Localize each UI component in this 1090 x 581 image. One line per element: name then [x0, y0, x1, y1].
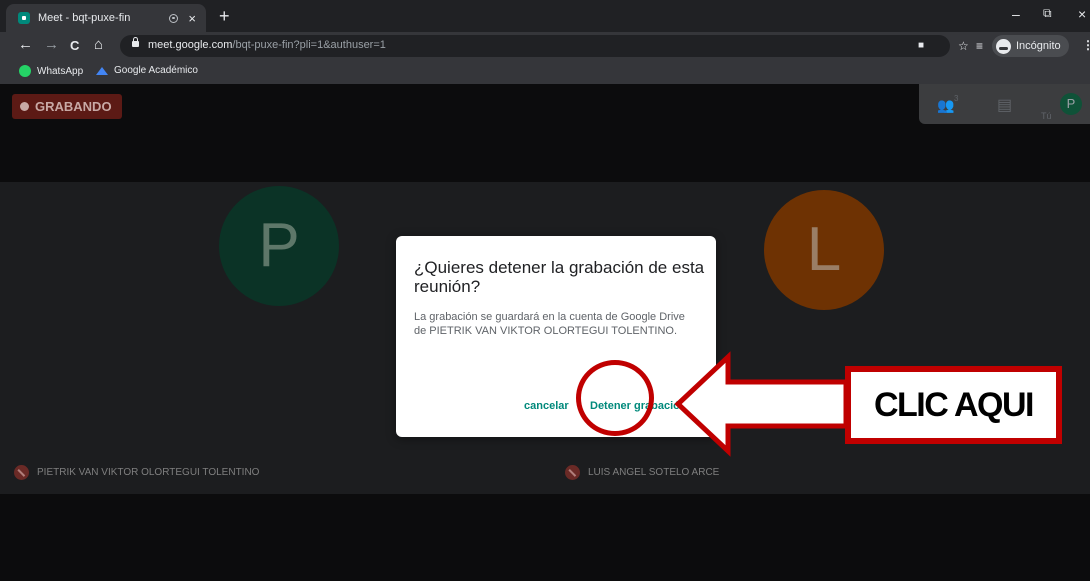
annotation-arrow [674, 351, 849, 457]
callout-box: CLIC AQUI [845, 366, 1062, 444]
pointer-arrow-shape [674, 351, 849, 457]
callout-text: CLIC AQUI [851, 372, 1056, 438]
